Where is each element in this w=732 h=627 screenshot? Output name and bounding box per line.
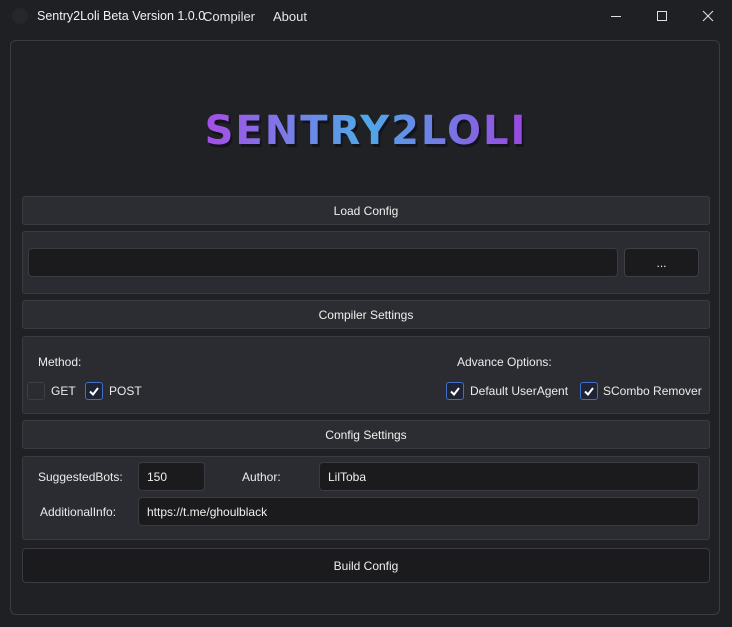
- compiler-settings-header: Compiler Settings: [22, 300, 710, 329]
- default-useragent-label[interactable]: Default UserAgent: [470, 384, 568, 398]
- maximize-button[interactable]: [639, 0, 685, 32]
- author-label: Author:: [242, 470, 281, 484]
- app-icon: [12, 8, 28, 24]
- title-bar: Sentry2Loli Beta Version 1.0.0 Compiler …: [0, 0, 732, 32]
- scombo-remover-label[interactable]: SCombo Remover: [603, 384, 702, 398]
- logo-text: SENTRY2LOLI: [205, 108, 528, 154]
- compiler-settings-title: Compiler Settings: [318, 307, 414, 322]
- post-checkbox[interactable]: [85, 382, 103, 400]
- get-label[interactable]: GET: [51, 384, 76, 398]
- menu-compiler[interactable]: Compiler: [203, 9, 255, 24]
- menu-about[interactable]: About: [273, 9, 307, 24]
- close-icon: [702, 10, 714, 22]
- scombo-remover-checkbox[interactable]: [580, 382, 598, 400]
- config-path-input[interactable]: [28, 248, 618, 277]
- minimize-icon: [611, 16, 621, 17]
- check-icon: [89, 387, 99, 397]
- advance-options-label: Advance Options:: [457, 355, 552, 369]
- minimize-button[interactable]: [593, 0, 639, 32]
- method-label: Method:: [38, 355, 82, 369]
- load-config-panel: ...: [22, 231, 710, 294]
- config-settings-title: Config Settings: [325, 427, 407, 442]
- post-label[interactable]: POST: [109, 384, 142, 398]
- load-config-header: Load Config: [22, 196, 710, 225]
- config-settings-header: Config Settings: [22, 420, 710, 449]
- additional-info-label: AdditionalInfo:: [40, 505, 117, 519]
- check-icon: [584, 387, 594, 397]
- close-button[interactable]: [685, 0, 731, 32]
- get-checkbox[interactable]: [27, 382, 45, 400]
- build-config-button[interactable]: Build Config: [22, 548, 710, 583]
- suggested-bots-input[interactable]: 150: [138, 462, 205, 491]
- additional-info-input[interactable]: https://t.me/ghoulblack: [138, 497, 699, 526]
- load-config-title: Load Config: [333, 203, 399, 218]
- default-useragent-checkbox[interactable]: [446, 382, 464, 400]
- author-input[interactable]: LilToba: [319, 462, 699, 491]
- logo: SENTRY2LOLI SENTRY2LOLI: [0, 104, 732, 156]
- config-settings-panel: SuggestedBots: 150 Author: LilToba Addit…: [22, 456, 710, 540]
- compiler-settings-panel: Method: GET POST Advance Options: Defaul…: [22, 336, 710, 414]
- suggested-bots-label: SuggestedBots:: [38, 470, 123, 484]
- maximize-icon: [657, 11, 667, 21]
- sentry2loli-logo: SENTRY2LOLI SENTRY2LOLI: [205, 108, 528, 156]
- check-icon: [450, 387, 460, 397]
- window-title: Sentry2Loli Beta Version 1.0.0: [37, 9, 206, 23]
- browse-button[interactable]: ...: [624, 248, 699, 277]
